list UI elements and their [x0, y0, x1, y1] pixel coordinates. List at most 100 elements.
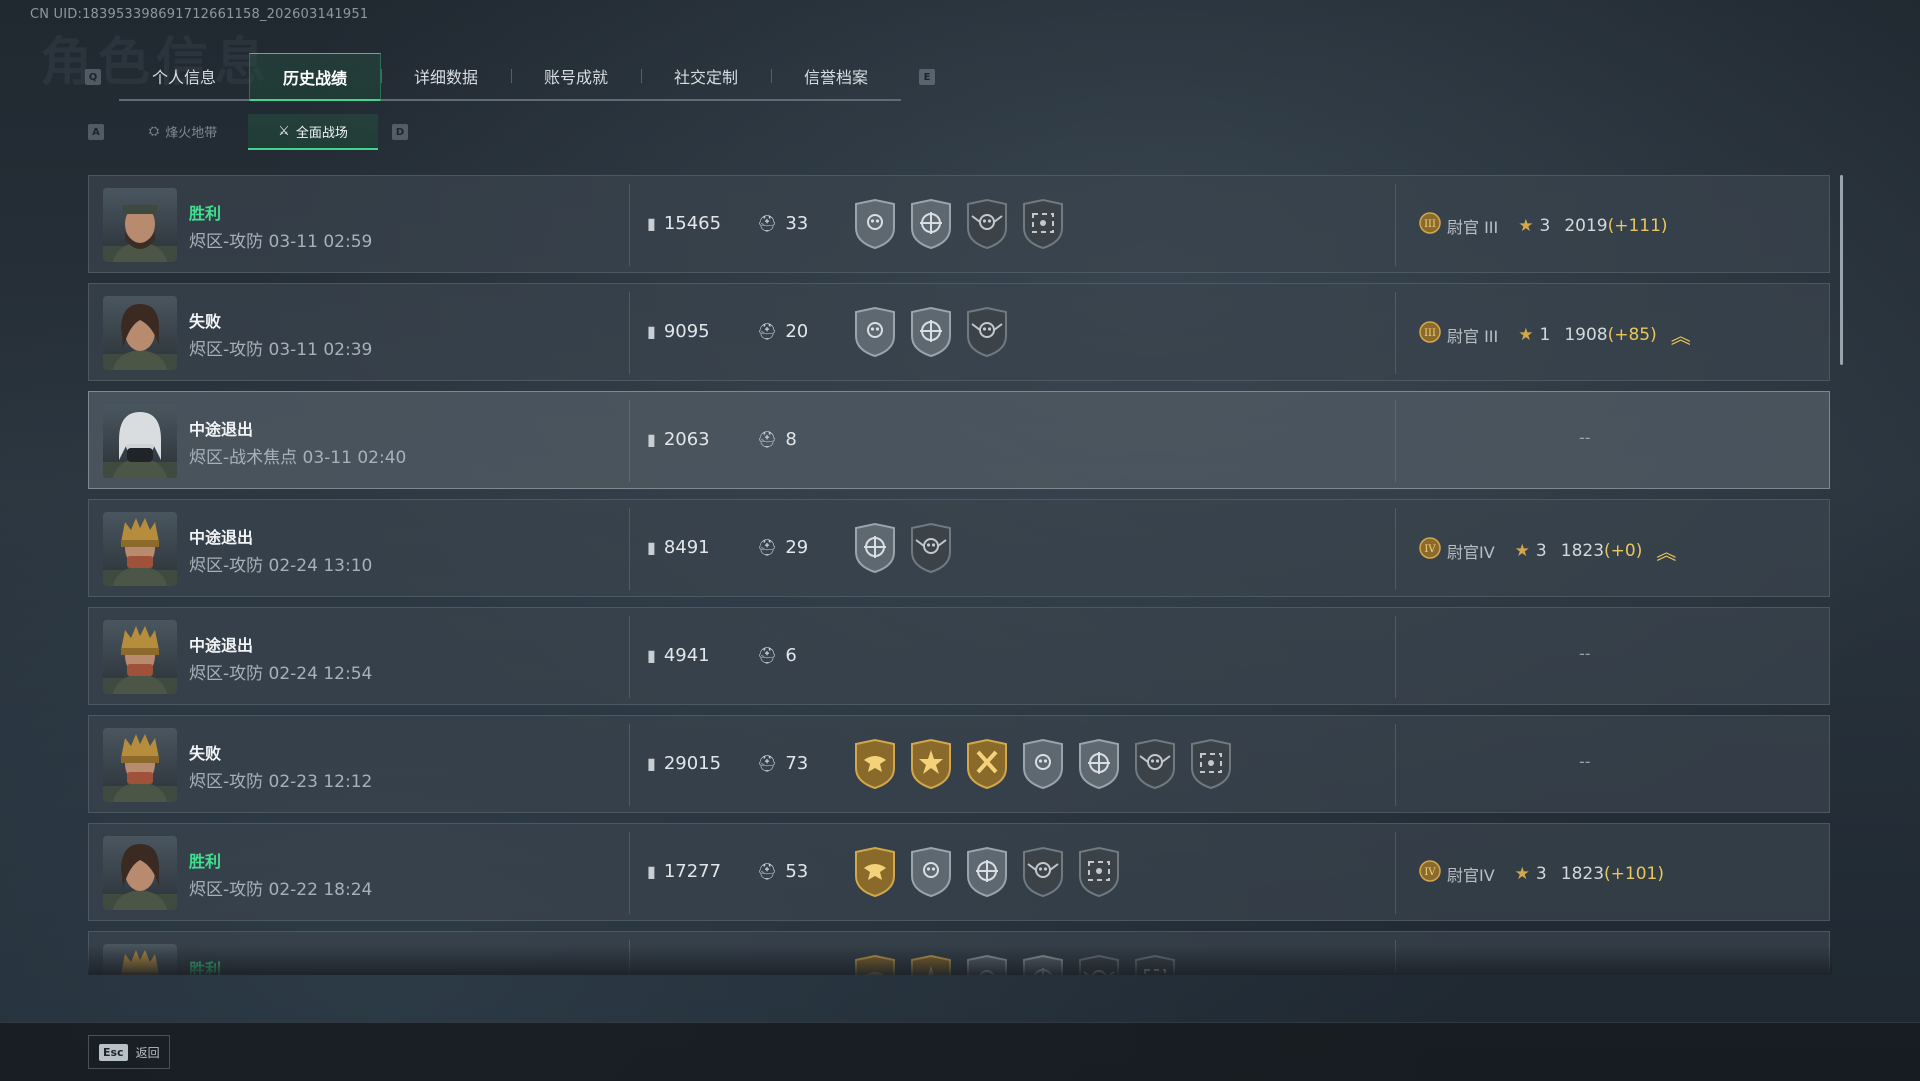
dark-winged-skull-medal-icon[interactable]: [964, 198, 1010, 254]
list-fade: [88, 945, 1832, 975]
subtab-prev-key[interactable]: A: [88, 124, 104, 140]
row-divider: [629, 724, 630, 806]
match-row[interactable]: 中途退出烬区-战术焦点 03-11 02:40▮2063⛑8--: [88, 391, 1830, 489]
medal-list: [852, 198, 1066, 254]
kills-value: 20: [785, 321, 808, 342]
score-bars-icon: ▮: [647, 214, 656, 233]
match-score: ▮9095: [647, 321, 710, 342]
dark-winged-skull-medal-icon[interactable]: [1132, 738, 1178, 794]
svg-text:IV: IV: [1424, 867, 1436, 878]
tab-0[interactable]: 个人信息: [119, 53, 249, 99]
rank-info: IV尉官IV★31823(+101): [1419, 860, 1664, 887]
helmet-icon: ⛑: [757, 430, 777, 449]
match-row[interactable]: 失败烬区-攻防 03-11 02:39▮9095⛑20III尉官 III★119…: [88, 283, 1830, 381]
silver-skull-medal-icon[interactable]: [852, 306, 898, 362]
footer-bar: Esc 返回: [0, 1022, 1920, 1081]
tab-4[interactable]: 社交定制: [641, 53, 771, 99]
row-divider: [629, 292, 630, 374]
kills-value: 73: [785, 753, 808, 774]
tab-3[interactable]: 账号成就: [511, 53, 641, 99]
rank-emblem-icon: IV: [1419, 537, 1441, 564]
subtab-0[interactable]: ⛭烽火地带: [118, 114, 248, 148]
silver-crosshair-medal-icon[interactable]: [908, 306, 954, 362]
rank-emblem-icon: III: [1419, 321, 1441, 348]
silver-crosshair-medal-icon[interactable]: [964, 846, 1010, 902]
row-divider: [629, 832, 630, 914]
rank-stars: 3: [1540, 216, 1551, 236]
gold-axes-medal-icon[interactable]: [964, 738, 1010, 794]
gold-eagle-medal-icon[interactable]: [852, 846, 898, 902]
match-row[interactable]: 中途退出烬区-攻防 02-24 12:54▮4941⛑6--: [88, 607, 1830, 705]
silver-crosshair-medal-icon[interactable]: [852, 522, 898, 578]
uid-label: CN UID:183953398691712661158_20260314195…: [30, 7, 368, 22]
rank-empty: --: [1579, 752, 1591, 771]
match-row[interactable]: 胜利烬区-攻防 03-11 02:59▮15465⛑33III尉官 III★32…: [88, 175, 1830, 273]
match-kills: ⛑8: [757, 429, 797, 450]
rank-gain: (+101): [1604, 864, 1664, 884]
row-divider: [629, 184, 630, 266]
match-score: ▮ 8491: [647, 537, 710, 558]
star-icon: ★: [1515, 541, 1530, 561]
silver-crosshair-medal-icon[interactable]: [908, 198, 954, 254]
dark-winged-skull-medal-icon[interactable]: [1020, 846, 1066, 902]
dark-scope-medal-icon[interactable]: [1076, 846, 1122, 902]
subtab-next-key[interactable]: D: [392, 124, 408, 140]
tab-prev-key[interactable]: Q: [85, 69, 101, 85]
gold-star-medal-icon[interactable]: [908, 738, 954, 794]
score-bars-icon: ▮: [647, 322, 656, 341]
match-kills: ⛑73: [757, 753, 808, 774]
dark-scope-medal-icon[interactable]: [1020, 198, 1066, 254]
operator-avatar: [103, 728, 177, 802]
match-row[interactable]: 中途退出烬区-攻防 02-24 13:10▮8491⛑29IV尉官IV★3182…: [88, 499, 1830, 597]
subtab-1[interactable]: ⚔全面战场: [248, 114, 378, 150]
subtab-label: 烽火地带: [165, 122, 217, 141]
gold-eagle-medal-icon[interactable]: [852, 738, 898, 794]
operator-avatar: [103, 296, 177, 370]
rank-info: III尉官 III★32019(+111): [1419, 212, 1668, 239]
match-mode-time: 烬区-攻防 03-11 02:59: [189, 227, 372, 252]
match-result: 胜利: [189, 848, 221, 872]
dark-winged-skull-medal-icon[interactable]: [964, 306, 1010, 362]
match-kills: ⛑6: [757, 645, 797, 666]
row-divider: [1395, 292, 1396, 374]
promotion-chevron-icon: ︽: [1671, 320, 1691, 349]
list-scrollbar[interactable]: [1840, 175, 1843, 365]
tab-next-key[interactable]: E: [919, 69, 935, 85]
tab-1[interactable]: 历史战绩: [249, 53, 381, 101]
kills-value: 8: [785, 429, 796, 450]
rank-stars: 3: [1536, 864, 1547, 884]
rank-empty: --: [1579, 644, 1591, 663]
operator-avatar: [103, 512, 177, 586]
subtab-label: 全面战场: [296, 122, 348, 141]
match-row[interactable]: 胜利烬区-攻防 02-22 18:24▮17277⛑53IV尉官IV★31823…: [88, 823, 1830, 921]
dark-scope-medal-icon[interactable]: [1188, 738, 1234, 794]
match-kills: ⛑53: [757, 861, 808, 882]
match-mode-time: 烬区-攻防 03-11 02:39: [189, 335, 372, 360]
score-value: 2063: [664, 429, 710, 450]
match-row[interactable]: 失败烬区-攻防 02-23 12:12▮29015⛑73--: [88, 715, 1830, 813]
svg-text:III: III: [1424, 219, 1436, 230]
match-result: 中途退出: [189, 524, 253, 548]
tab-5[interactable]: 信誉档案: [771, 53, 901, 99]
silver-skull-medal-icon[interactable]: [852, 198, 898, 254]
back-button[interactable]: Esc 返回: [88, 1035, 170, 1069]
score-bars-icon: ▮: [647, 754, 656, 773]
score-value: 15465: [664, 213, 721, 234]
match-kills: ⛑29: [757, 537, 808, 558]
rank-name: 尉官IV: [1447, 539, 1495, 563]
match-history-list[interactable]: 胜利烬区-攻防 03-11 02:59▮15465⛑33III尉官 III★32…: [88, 175, 1832, 975]
score-value: 8491: [664, 537, 710, 558]
dark-winged-skull-medal-icon[interactable]: [908, 522, 954, 578]
tab-2[interactable]: 详细数据: [381, 53, 511, 99]
kills-value: 29: [785, 537, 808, 558]
silver-skull-medal-icon[interactable]: [908, 846, 954, 902]
score-value: 29015: [664, 753, 721, 774]
match-result: 失败: [189, 308, 221, 332]
rank-stars: 1: [1540, 325, 1551, 345]
operator-avatar: [103, 404, 177, 478]
silver-skull-medal-icon[interactable]: [1020, 738, 1066, 794]
svg-text:III: III: [1424, 328, 1436, 339]
score-bars-icon: ▮: [647, 538, 656, 557]
silver-crosshair-medal-icon[interactable]: [1076, 738, 1122, 794]
rank-points: 2019: [1564, 216, 1607, 236]
